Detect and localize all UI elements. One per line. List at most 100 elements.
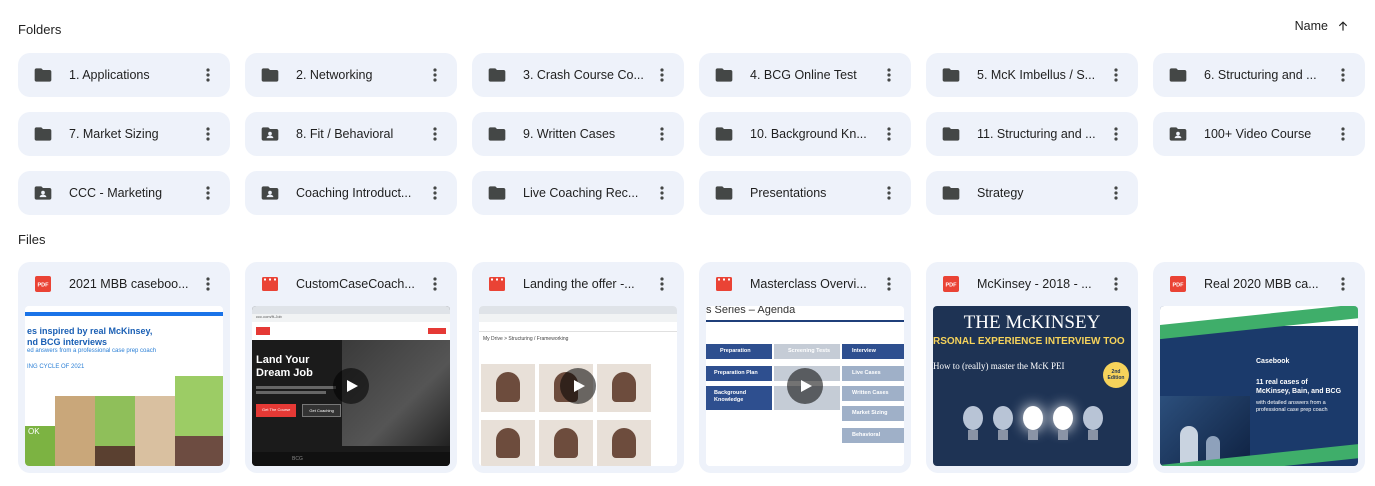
file-card-2021-mbb-caseboo[interactable]: PDF 2021 MBB caseboo... es inspired by re… — [18, 262, 230, 473]
folder-icon — [1168, 65, 1188, 85]
folder-item-2-networking[interactable]: 2. Networking — [245, 53, 457, 97]
more-actions-icon[interactable] — [423, 272, 447, 296]
folder-icon — [260, 65, 280, 85]
play-icon[interactable] — [787, 368, 823, 404]
thumb-url: ccc.com/ft-Job — [252, 314, 450, 322]
file-card-masterclass-overvi[interactable]: Masterclass Overvi... s Series – Agenda … — [699, 262, 911, 473]
more-actions-icon[interactable] — [1331, 122, 1355, 146]
pdf-icon: PDF — [943, 276, 959, 292]
folder-name: 8. Fit / Behavioral — [296, 127, 394, 141]
file-thumbnail[interactable]: ccc.com/ft-Job Land Your Dream Job Get T… — [252, 306, 450, 466]
folder-icon — [714, 65, 734, 85]
agenda-step: Preparation Plan — [706, 366, 772, 381]
pdf-icon: PDF — [35, 276, 51, 292]
folder-item-4-bcg-online-test[interactable]: 4. BCG Online Test — [699, 53, 911, 97]
more-actions-icon[interactable] — [1104, 63, 1128, 87]
more-actions-icon[interactable] — [196, 63, 220, 87]
file-thumbnail[interactable]: s Series – Agenda Preparation Preparation… — [706, 306, 904, 466]
folder-item-8-fit-behavioral[interactable]: 8. Fit / Behavioral — [245, 112, 457, 156]
files-section-title: Files — [18, 232, 46, 247]
folder-name: 1. Applications — [69, 68, 150, 82]
folder-name: 6. Structuring and ... — [1204, 68, 1317, 82]
folder-item-live-coaching-rec[interactable]: Live Coaching Rec... — [472, 171, 684, 215]
file-name: Real 2020 MBB ca... — [1204, 277, 1319, 291]
file-thumbnail[interactable]: My Drive > Structuring / Frameworking — [479, 306, 677, 466]
play-icon[interactable] — [560, 368, 596, 404]
play-icon[interactable] — [333, 368, 369, 404]
more-actions-icon[interactable] — [1104, 181, 1128, 205]
folder-item-coaching-introduct[interactable]: Coaching Introduct... — [245, 171, 457, 215]
folder-icon — [33, 65, 53, 85]
folder-item-7-market-sizing[interactable]: 7. Market Sizing — [18, 112, 230, 156]
thumb-text: ING CYCLE OF 2021 — [27, 364, 85, 370]
more-actions-icon[interactable] — [1331, 272, 1355, 296]
folder-item-3-crash-course-co[interactable]: 3. Crash Course Co... — [472, 53, 684, 97]
file-thumbnail[interactable]: THE McKINSEY RSONAL EXPERIENCE INTERVIEW… — [933, 306, 1131, 466]
file-header: PDF Real 2020 MBB ca... — [1153, 262, 1365, 306]
sort-by-name-button[interactable]: Name — [1295, 16, 1350, 36]
folder-name: Presentations — [750, 186, 827, 200]
thumb-text: 11 real cases of — [1256, 379, 1308, 386]
shared-folder-icon — [260, 124, 280, 144]
folder-item-11-structuring-and[interactable]: 11. Structuring and ... — [926, 112, 1138, 156]
folder-item-presentations[interactable]: Presentations — [699, 171, 911, 215]
thumb-text: professional case prep coach — [1256, 407, 1328, 413]
file-card-landing-the-offer[interactable]: Landing the offer -... My Drive > Struct… — [472, 262, 684, 473]
arrow-up-icon — [1338, 21, 1348, 31]
thumb-path: My Drive > Structuring / Frameworking — [483, 336, 569, 342]
more-actions-icon[interactable] — [1331, 63, 1355, 87]
more-actions-icon[interactable] — [196, 181, 220, 205]
more-actions-icon[interactable] — [196, 122, 220, 146]
video-icon — [716, 276, 732, 292]
folder-name: 7. Market Sizing — [69, 127, 159, 141]
folder-item-100-video-course[interactable]: 100+ Video Course — [1153, 112, 1365, 156]
file-name: Masterclass Overvi... — [750, 277, 867, 291]
file-card-mckinsey-2018[interactable]: PDF McKinsey - 2018 - ... THE McKINSEY RS… — [926, 262, 1138, 473]
more-actions-icon[interactable] — [423, 122, 447, 146]
more-actions-icon[interactable] — [650, 272, 674, 296]
folder-item-10-background-kn[interactable]: 10. Background Kn... — [699, 112, 911, 156]
video-icon — [262, 276, 278, 292]
more-actions-icon[interactable] — [1104, 122, 1128, 146]
folder-name: Live Coaching Rec... — [523, 186, 639, 200]
thumb-text: OK — [28, 427, 40, 436]
thumb-tagline: How to (really) master the McK PEI — [933, 361, 1065, 371]
folder-item-strategy[interactable]: Strategy — [926, 171, 1138, 215]
file-thumbnail[interactable]: es inspired by real McKinsey, nd BCG int… — [25, 306, 223, 466]
folder-item-1-applications[interactable]: 1. Applications — [18, 53, 230, 97]
thumb-title: s Series – Agenda — [706, 306, 796, 316]
folder-item-6-structuring-and[interactable]: 6. Structuring and ... — [1153, 53, 1365, 97]
more-actions-icon[interactable] — [650, 122, 674, 146]
more-actions-icon[interactable] — [877, 63, 901, 87]
folder-item-9-written-cases[interactable]: 9. Written Cases — [472, 112, 684, 156]
more-actions-icon[interactable] — [423, 63, 447, 87]
more-actions-icon[interactable] — [196, 272, 220, 296]
more-actions-icon[interactable] — [423, 181, 447, 205]
folder-name: 100+ Video Course — [1204, 127, 1312, 141]
folder-item-ccc-marketing[interactable]: CCC - Marketing — [18, 171, 230, 215]
agenda-step: Background Knowledge — [706, 386, 772, 410]
folder-name: 11. Structuring and ... — [977, 127, 1096, 141]
folder-item-5-mck-imbellus-s[interactable]: 5. McK Imbellus / S... — [926, 53, 1138, 97]
agenda-step: Screening Tests — [774, 344, 840, 359]
file-card-real-2020-mbb-ca[interactable]: PDF Real 2020 MBB ca... Casebook 11 real … — [1153, 262, 1365, 473]
more-actions-icon[interactable] — [650, 63, 674, 87]
folder-icon — [487, 124, 507, 144]
thumb-title: THE McKINSEY — [963, 312, 1101, 333]
folder-icon — [33, 124, 53, 144]
folders-section-title: Folders — [18, 22, 62, 37]
more-actions-icon[interactable] — [1104, 272, 1128, 296]
more-actions-icon[interactable] — [650, 181, 674, 205]
file-name: Landing the offer -... — [523, 277, 635, 291]
more-actions-icon[interactable] — [877, 181, 901, 205]
more-actions-icon[interactable] — [877, 272, 901, 296]
thumb-label: Casebook — [1256, 358, 1290, 365]
thumb-text: es inspired by real McKinsey, — [27, 326, 153, 336]
more-actions-icon[interactable] — [877, 122, 901, 146]
folder-name: 2. Networking — [296, 68, 373, 82]
file-thumbnail[interactable]: Casebook 11 real cases of McKinsey, Bain… — [1160, 306, 1358, 466]
edition-badge: 2nd Edition — [1103, 362, 1129, 388]
shared-folder-icon — [1168, 124, 1188, 144]
file-name: CustomCaseCoach... — [296, 277, 415, 291]
file-card-customcasecoach[interactable]: CustomCaseCoach... ccc.com/ft-Job Land Y… — [245, 262, 457, 473]
